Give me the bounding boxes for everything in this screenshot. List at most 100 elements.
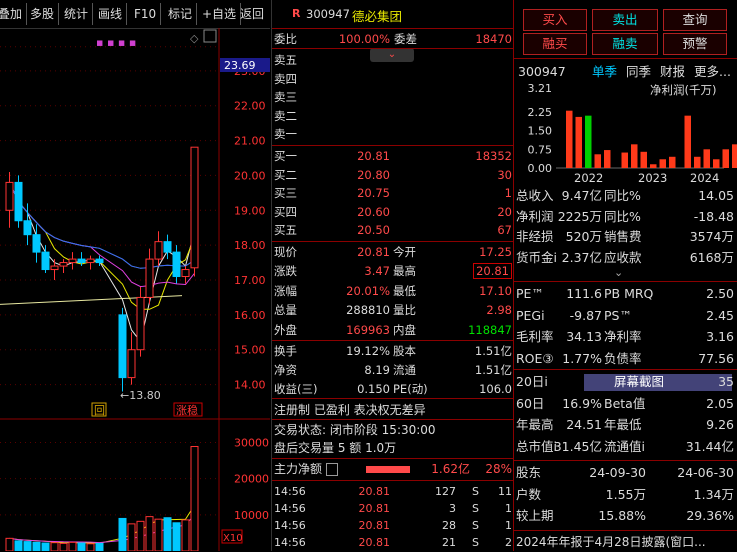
info-label: 总收入: [516, 188, 554, 203]
profit-bar: [722, 149, 729, 168]
info-row: 非经损 520万 销售费 3574万: [514, 227, 737, 247]
stat-label: 今开: [393, 245, 416, 259]
profit-bar: [732, 144, 737, 168]
tab-quarterly[interactable]: 单季: [592, 62, 617, 82]
volume-bar: [5, 537, 14, 551]
expand-chevron-icon[interactable]: ⌄: [614, 266, 623, 279]
toolbar-add-watchlist-button[interactable]: +自选: [198, 3, 242, 25]
ask-level-label: 卖四: [274, 71, 297, 86]
info-row: 60日 16.9% Beta值 2.05: [514, 394, 737, 414]
main-flow-icon[interactable]: [326, 463, 338, 476]
stat-label: 换手: [274, 344, 297, 358]
stat-label: 收益(三): [274, 382, 318, 396]
stat-value: 20.01%: [346, 283, 390, 298]
margin-sell-button[interactable]: 融卖: [592, 33, 658, 55]
weicha-label: 委差: [394, 32, 417, 46]
report-notice[interactable]: 2024年年报于4月28日披露(窗口...: [514, 532, 737, 552]
info-value: 3.16: [706, 329, 734, 344]
ask-row[interactable]: 卖二: [272, 107, 514, 125]
bid-row[interactable]: 买五 20.50 67: [272, 221, 514, 239]
bid-row[interactable]: 买二 20.80 30: [272, 166, 514, 184]
trade-state-text: 交易状态: 闭市阶段 15:30:00: [274, 423, 436, 437]
info-row: 总收入 9.47亿 同比% 14.05: [514, 186, 737, 206]
tick-time: 14:56: [274, 485, 306, 498]
candle-body: [154, 241, 163, 260]
tick-time: 14:56: [274, 536, 306, 549]
bid-row[interactable]: 买四 20.60 20: [272, 203, 514, 221]
profit-bar: [640, 151, 647, 168]
info-row: 毛利率 34.13 净利率 3.16: [514, 327, 737, 347]
bid-level-label: 买四: [274, 204, 297, 219]
info-label: 同比%: [604, 208, 641, 224]
info-value: 29.36%: [686, 508, 734, 523]
info-value: 31.45亿: [553, 438, 602, 454]
ask-row[interactable]: 卖四: [272, 70, 514, 88]
ask-row[interactable]: 卖五: [272, 51, 514, 69]
tab-same-quarter[interactable]: 同季: [626, 62, 651, 82]
bar-chart-ytick: 0.75: [528, 143, 553, 156]
info-value: 24-09-30: [589, 465, 646, 480]
tick-volume: 127: [435, 485, 456, 498]
window-restore-icon[interactable]: [203, 29, 217, 43]
stat-label: PE(动): [393, 382, 428, 396]
ask-row[interactable]: 卖一: [272, 125, 514, 143]
price-axis-label: 15.00: [234, 344, 266, 357]
stat-label: 外盘: [274, 322, 297, 337]
stat-value: 8.19: [364, 363, 390, 377]
quote-stat2-row: 换手 19.12% 股本 1.51亿: [272, 342, 514, 360]
info-value: 2.37亿: [561, 249, 602, 265]
stock-code: 300947: [306, 7, 350, 21]
toolbar-multi-stock-button[interactable]: 多股: [26, 3, 60, 25]
stock-name: 德必集团: [352, 9, 403, 24]
tab-more[interactable]: 更多...: [694, 62, 731, 82]
ma-line: [9, 182, 195, 269]
tab-report[interactable]: 财报: [660, 62, 685, 82]
bid-price: 20.75: [357, 186, 390, 201]
info-label: 总市值i: [516, 438, 557, 454]
candle-body: [163, 241, 172, 253]
profit-bar: [604, 150, 611, 168]
info-row: 总市值i 31.45亿 流通值i 31.44亿: [514, 437, 737, 457]
main-flow-row[interactable]: 主力净额 1.62亿 28%: [272, 460, 514, 478]
toolbar-back-button[interactable]: 返回: [236, 3, 268, 25]
profit-bar: [631, 144, 638, 168]
kline-chart[interactable]: 23.0022.0021.0020.0019.0018.0017.0016.00…: [0, 28, 270, 551]
bid-row[interactable]: 买三 20.75 1: [272, 184, 514, 202]
buy-button[interactable]: 买入: [523, 9, 587, 31]
info-label: 货币金i: [516, 249, 557, 265]
candle-body: [59, 262, 68, 267]
main-flow-value: 1.62亿: [431, 462, 470, 476]
tick-side: S: [472, 519, 479, 532]
candle-body: [77, 258, 86, 264]
alert-button[interactable]: 预警: [663, 33, 727, 55]
report-notice-text: 2024年年报于4月28日披露(窗口...: [516, 535, 706, 549]
bid-level-label: 买二: [274, 167, 297, 182]
candle-body: [50, 265, 59, 271]
fin-tab-row: 300947 单季 同季 财报 更多...: [514, 62, 737, 82]
toolbar-stats-button[interactable]: 统计: [60, 3, 94, 25]
volume-bar: [41, 542, 50, 551]
info-label: Beta值: [604, 395, 646, 411]
toolbar-draw-button[interactable]: 画线: [94, 3, 128, 25]
ask-row[interactable]: 卖三: [272, 88, 514, 106]
query-button[interactable]: 查询: [663, 9, 727, 31]
margin-buy-button[interactable]: 融买: [523, 33, 587, 55]
price-axis-label: 20.00: [234, 169, 266, 182]
ma-line: [0, 295, 183, 305]
stat-label: 股本: [393, 344, 416, 358]
stat-value: 17.25: [479, 245, 512, 259]
bar-chart-ytick: 1.50: [528, 125, 553, 138]
stat-label: 现价: [274, 245, 297, 259]
toolbar-mark-button[interactable]: 标记: [164, 3, 198, 25]
bid-row[interactable]: 买一 20.81 18352: [272, 147, 514, 165]
tick-count: 1: [505, 519, 512, 532]
weibi-row: 委比 100.00% 委差 18470: [272, 30, 514, 48]
vol-axis-label: 20000: [234, 473, 269, 486]
toolbar-f10-button[interactable]: F10: [130, 3, 162, 25]
sell-button[interactable]: 卖出: [592, 9, 658, 31]
weibi-value: 100.00%: [338, 32, 390, 46]
stat-label: 涨幅: [274, 283, 297, 298]
toolbar-overlay-button[interactable]: 叠加: [0, 3, 28, 25]
volume-bar: [59, 542, 68, 551]
profit-bar: [684, 115, 691, 168]
